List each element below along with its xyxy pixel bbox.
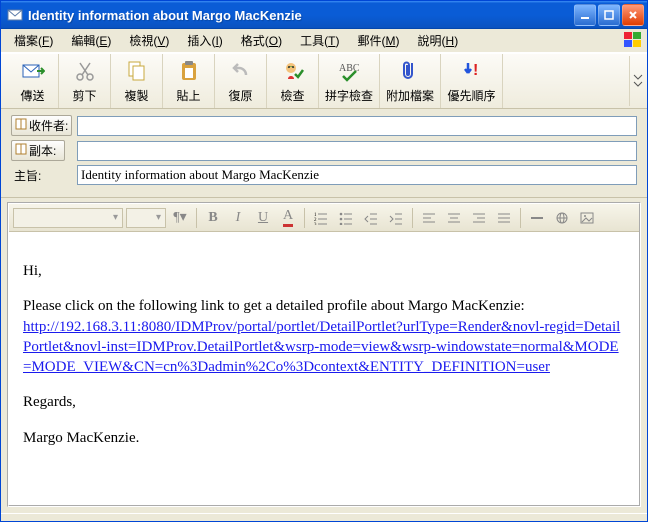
menu-file[interactable]: 檔案(F) [5, 29, 62, 52]
minimize-button[interactable] [574, 4, 596, 26]
paste-button[interactable]: 貼上 [163, 54, 215, 108]
underline-button[interactable]: U [252, 207, 274, 229]
cc-input[interactable] [77, 141, 637, 161]
profile-link[interactable]: http://192.168.3.11:8080/IDMProv/portal/… [23, 319, 620, 376]
menu-tools[interactable]: 工具(T) [291, 29, 348, 52]
editor: ▾ ▾ ¶▾ B I U A 123 Hi, Please click on [7, 202, 641, 507]
svg-text:ABC: ABC [339, 63, 360, 74]
align-left-button[interactable] [418, 207, 440, 229]
address-book-icon [15, 118, 27, 133]
align-right-button[interactable] [468, 207, 490, 229]
compose-window: Identity information about Margo MacKenz… [0, 0, 648, 522]
copy-button[interactable]: 複製 [111, 54, 163, 108]
svg-text:3: 3 [314, 223, 317, 225]
send-button[interactable]: 傳送 [7, 54, 59, 108]
windows-logo-icon [623, 31, 643, 49]
font-size-select[interactable]: ▾ [126, 208, 166, 228]
insert-hr-button[interactable] [526, 207, 548, 229]
window-controls [574, 4, 644, 26]
font-color-button[interactable]: A [277, 207, 299, 229]
cut-button[interactable]: 剪下 [59, 54, 111, 108]
indent-button[interactable] [385, 207, 407, 229]
maximize-button[interactable] [598, 4, 620, 26]
header-fields: 收件者: 副本: 主旨: [1, 109, 647, 198]
body-signature: Margo MacKenzie. [23, 428, 625, 448]
titlebar: Identity information about Margo MacKenz… [1, 1, 647, 29]
menu-mail[interactable]: 郵件(M) [349, 29, 409, 52]
app-icon [7, 7, 23, 23]
bullet-list-button[interactable] [335, 207, 357, 229]
menu-insert[interactable]: 插入(I) [178, 29, 231, 52]
menu-edit[interactable]: 編輯(E) [62, 29, 120, 52]
menu-view[interactable]: 檢視(V) [120, 29, 178, 52]
statusbar [1, 513, 647, 521]
toolbar-overflow[interactable] [629, 56, 645, 106]
undo-button[interactable]: 復原 [215, 54, 267, 108]
priority-button[interactable]: ! 優先順序 [441, 54, 503, 108]
italic-button[interactable]: I [227, 207, 249, 229]
subject-label: 主旨: [11, 167, 41, 184]
bold-button[interactable]: B [202, 207, 224, 229]
align-justify-button[interactable] [493, 207, 515, 229]
window-title: Identity information about Margo MacKenz… [28, 8, 574, 23]
to-button[interactable]: 收件者: [11, 115, 72, 136]
to-input[interactable] [77, 116, 637, 136]
numbered-list-button[interactable]: 123 [310, 207, 332, 229]
paragraph-style-button[interactable]: ¶▾ [169, 207, 191, 229]
align-center-button[interactable] [443, 207, 465, 229]
message-body[interactable]: Hi, Please click on the following link t… [9, 232, 639, 505]
check-button[interactable]: 檢查 [267, 54, 319, 108]
format-toolbar: ▾ ▾ ¶▾ B I U A 123 [9, 204, 639, 232]
main-toolbar: 傳送 剪下 複製 貼上 復原 檢查 ABC 拼字檢查 附加檔案 [1, 53, 647, 109]
insert-image-button[interactable] [576, 207, 598, 229]
body-regards: Regards, [23, 392, 625, 412]
subject-input[interactable] [77, 165, 637, 185]
menu-format[interactable]: 格式(O) [232, 29, 291, 52]
body-greeting: Hi, [23, 261, 625, 281]
font-family-select[interactable]: ▾ [13, 208, 123, 228]
address-book-icon [15, 143, 27, 158]
body-intro: Please click on the following link to ge… [23, 296, 625, 377]
close-button[interactable] [622, 4, 644, 26]
spell-check-button[interactable]: ABC 拼字檢查 [319, 54, 380, 108]
insert-link-button[interactable] [551, 207, 573, 229]
outdent-button[interactable] [360, 207, 382, 229]
attach-button[interactable]: 附加檔案 [380, 54, 441, 108]
cc-button[interactable]: 副本: [11, 140, 65, 161]
menubar: 檔案(F) 編輯(E) 檢視(V) 插入(I) 格式(O) 工具(T) 郵件(M… [1, 29, 647, 53]
svg-text:!: ! [473, 62, 478, 79]
menu-help[interactable]: 說明(H) [409, 29, 468, 52]
